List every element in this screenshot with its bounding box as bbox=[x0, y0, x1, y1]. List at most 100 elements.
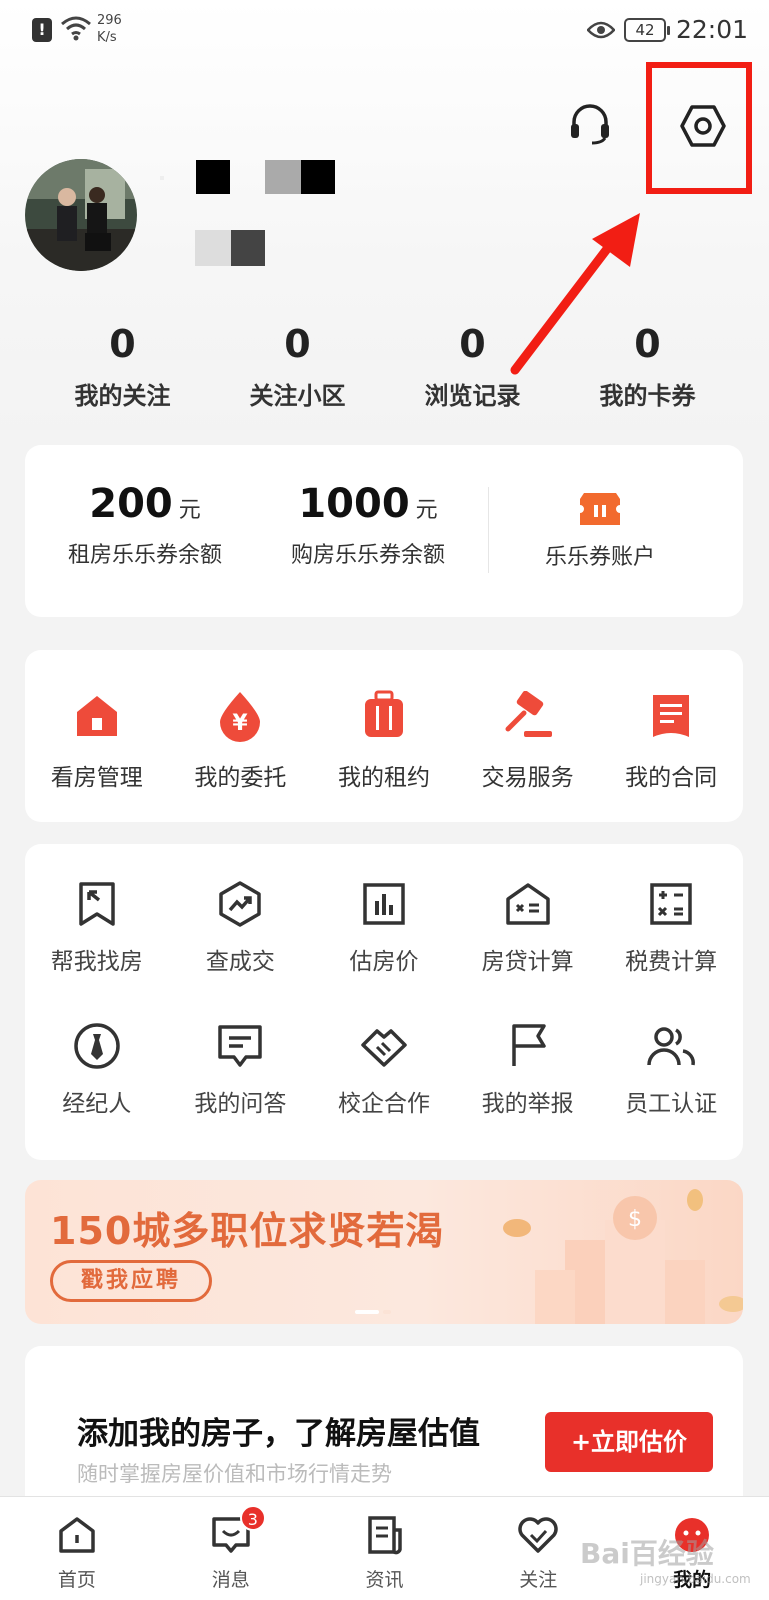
estimate-now-button[interactable]: +立即估价 bbox=[545, 1412, 713, 1472]
coupon-balance-card: 200 元 租房乐乐券余额 1000 元 购房乐乐券余额 乐乐券账户 bbox=[25, 445, 743, 617]
redacted-username bbox=[160, 160, 335, 194]
stat-value: 0 bbox=[634, 322, 661, 366]
service-my-contract[interactable]: 我的合同 bbox=[599, 650, 743, 822]
tie-icon bbox=[74, 1023, 120, 1069]
bar-chart-icon bbox=[363, 883, 405, 925]
nav-label: 消息 bbox=[211, 1569, 250, 1591]
buy-coupon-amount: 1000 bbox=[298, 481, 410, 527]
estimate-title: 添加我的房子，了解房屋估值 bbox=[77, 1416, 480, 1452]
stat-value: 0 bbox=[109, 322, 136, 366]
service-my-lease[interactable]: 我的租约 bbox=[312, 650, 456, 822]
tool-label: 估房价 bbox=[349, 949, 419, 975]
buy-coupon-label: 购房乐乐券余额 bbox=[290, 543, 445, 568]
tool-mortgage-calc[interactable]: 房贷计算 bbox=[456, 878, 600, 1020]
service-label: 我的租约 bbox=[337, 765, 430, 791]
stat-label: 关注小区 bbox=[249, 382, 346, 410]
watermark: Bai百经验 bbox=[580, 1537, 714, 1570]
stat-my-coupons[interactable]: 0 我的卡券 bbox=[560, 322, 735, 411]
flag-bookmark-icon bbox=[79, 882, 115, 926]
tool-my-qa[interactable]: 我的问答 bbox=[169, 1020, 313, 1162]
service-transaction[interactable]: 交易服务 bbox=[456, 650, 600, 822]
network-speed-unit: K/s bbox=[97, 30, 117, 45]
rent-coupon-amount: 200 bbox=[89, 481, 173, 527]
unread-badge: 3 bbox=[239, 1505, 266, 1531]
nav-home[interactable]: 首页 bbox=[0, 1497, 154, 1600]
tool-label: 税费计算 bbox=[625, 949, 718, 975]
stat-following[interactable]: 0 我的关注 bbox=[35, 322, 210, 411]
stat-browsing-history[interactable]: 0 浏览记录 bbox=[385, 322, 560, 411]
profile-stats: 0 我的关注 0 关注小区 0 浏览记录 0 我的卡券 bbox=[35, 322, 735, 411]
service-viewing-management[interactable]: 看房管理 bbox=[25, 650, 169, 822]
tool-label: 经纪人 bbox=[62, 1091, 132, 1117]
nav-label: 首页 bbox=[57, 1569, 96, 1591]
tool-label: 我的问答 bbox=[194, 1091, 287, 1117]
eye-icon bbox=[587, 21, 615, 39]
coupon-divider bbox=[488, 487, 489, 573]
banner-title: 150城多职位求贤若渴 bbox=[50, 1209, 445, 1253]
tool-label: 帮我找房 bbox=[50, 949, 143, 975]
tool-tax-calc[interactable]: 税费计算 bbox=[599, 878, 743, 1020]
service-label: 我的委托 bbox=[194, 765, 287, 791]
apply-button[interactable]: 戳我应聘 bbox=[50, 1260, 212, 1302]
service-my-commission[interactable]: ¥ 我的委托 bbox=[169, 650, 313, 822]
calculator-icon bbox=[650, 883, 692, 925]
rent-coupon-label: 租房乐乐券余额 bbox=[67, 543, 222, 568]
tool-label: 查成交 bbox=[205, 949, 275, 975]
tool-estimate-price[interactable]: 估房价 bbox=[312, 878, 456, 1020]
tool-check-deals[interactable]: 查成交 bbox=[169, 878, 313, 1020]
stat-value: 0 bbox=[284, 322, 311, 366]
trend-hexagon-icon bbox=[219, 881, 262, 927]
contract-icon bbox=[653, 695, 690, 737]
rent-coupon-balance[interactable]: 200 元 租房乐乐券余额 bbox=[45, 481, 245, 569]
tool-agent[interactable]: 经纪人 bbox=[25, 1020, 169, 1162]
stat-followed-communities[interactable]: 0 关注小区 bbox=[210, 322, 385, 411]
tools-card: 帮我找房 查成交 估房价 房贷计算 税费计算 经纪人 我的问答 校企合作 我的举… bbox=[25, 844, 743, 1160]
stat-label: 我的卡券 bbox=[599, 382, 696, 410]
people-icon bbox=[647, 1027, 696, 1066]
tool-employee-cert[interactable]: 员工认证 bbox=[599, 1020, 743, 1162]
coupon-account[interactable]: 乐乐券账户 bbox=[520, 489, 680, 571]
buy-coupon-balance[interactable]: 1000 元 购房乐乐券余额 bbox=[273, 481, 463, 569]
avatar[interactable] bbox=[25, 159, 137, 271]
buy-coupon-unit: 元 bbox=[415, 498, 438, 523]
heart-check-icon bbox=[518, 1517, 558, 1553]
flag-icon bbox=[511, 1024, 546, 1066]
news-icon bbox=[368, 1516, 403, 1555]
tool-label: 房贷计算 bbox=[481, 949, 574, 975]
coin-building-illustration: $ bbox=[503, 1189, 743, 1324]
tool-my-report[interactable]: 我的举报 bbox=[456, 1020, 600, 1162]
nav-label: 资讯 bbox=[365, 1569, 404, 1591]
tool-label: 员工认证 bbox=[625, 1091, 718, 1117]
house-icon bbox=[76, 696, 117, 736]
clock: 22:01 bbox=[676, 15, 749, 44]
svg-text:$: $ bbox=[628, 1207, 642, 1232]
headset-icon[interactable] bbox=[568, 102, 612, 146]
nav-news[interactable]: 资讯 bbox=[308, 1497, 462, 1600]
nav-messages[interactable]: 3 消息 bbox=[154, 1497, 308, 1600]
home-icon bbox=[59, 1517, 95, 1553]
tool-school-cooperation[interactable]: 校企合作 bbox=[312, 1020, 456, 1162]
tool-label: 我的举报 bbox=[481, 1091, 574, 1117]
rent-coupon-unit: 元 bbox=[178, 498, 201, 523]
luggage-icon bbox=[364, 690, 403, 737]
stat-label: 浏览记录 bbox=[424, 382, 521, 410]
status-bar: ! 296 K/s 42 22:01 bbox=[0, 0, 769, 62]
network-speed: 296 K/s bbox=[97, 12, 122, 46]
wifi-icon bbox=[61, 16, 91, 41]
tool-find-house[interactable]: 帮我找房 bbox=[25, 878, 169, 1020]
alert-icon: ! bbox=[32, 18, 52, 42]
stat-value: 0 bbox=[459, 322, 486, 366]
chat-icon bbox=[218, 1025, 263, 1067]
house-estimate-card: 添加我的房子，了解房屋估值 随时掌握房屋价值和市场行情走势 +立即估价 bbox=[25, 1346, 743, 1496]
watermark-url: jingyan.baidu.com bbox=[640, 1572, 751, 1586]
annotation-highlight-box bbox=[646, 62, 752, 194]
avatar-image bbox=[25, 159, 137, 271]
house-calc-icon bbox=[505, 883, 550, 925]
recruitment-banner[interactable]: $ 150城多职位求贤若渴 戳我应聘 bbox=[25, 1180, 743, 1324]
ticket-icon bbox=[580, 493, 620, 525]
battery-indicator: 42 bbox=[624, 18, 670, 42]
handshake-icon bbox=[361, 1029, 407, 1067]
gavel-icon bbox=[505, 691, 552, 737]
services-card: 看房管理 ¥ 我的委托 我的租约 交易服务 我的合同 bbox=[25, 650, 743, 822]
estimate-subtitle: 随时掌握房屋价值和市场行情走势 bbox=[77, 1462, 392, 1486]
